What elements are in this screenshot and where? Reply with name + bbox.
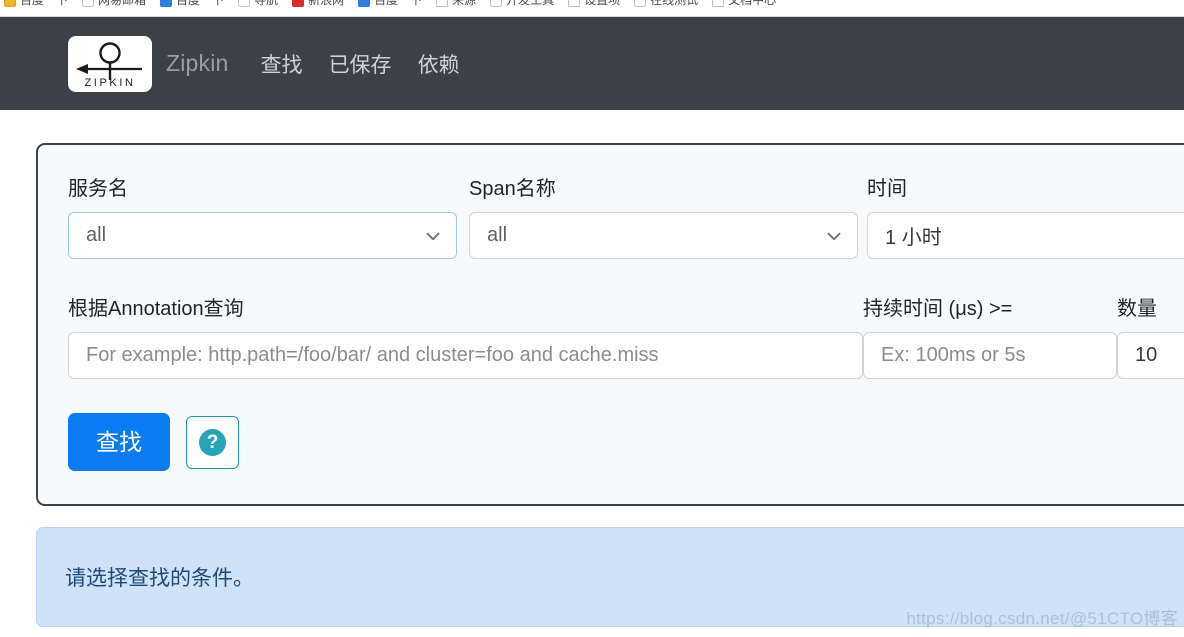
bookmark-item[interactable]: 在线测试 xyxy=(634,0,698,7)
bookmark-favicon-icon xyxy=(292,0,305,7)
nav-link-search[interactable]: 查找 xyxy=(261,49,303,79)
bookmark-label: 网易邮箱 xyxy=(98,0,147,7)
duration-field-group: 持续时间 (μs) >= Ex: 100ms or 5s xyxy=(863,297,1117,379)
bookmark-favicon-icon xyxy=(238,0,251,7)
time-range-field-group: 时间 1 小时 xyxy=(867,177,1184,259)
bookmark-item[interactable]: 导航 xyxy=(238,0,278,7)
bookmark-label: 百度一下 xyxy=(374,0,423,7)
bookmark-label: 导航 xyxy=(254,0,279,7)
service-name-select[interactable]: all xyxy=(68,212,457,259)
bookmark-favicon-icon xyxy=(490,0,503,7)
limit-label: 数量 xyxy=(1117,298,1157,320)
span-name-select[interactable]: all xyxy=(469,212,858,259)
bookmark-item[interactable]: 新浪网 xyxy=(292,0,344,7)
zipkin-logo-icon[interactable]: ZIPKIN xyxy=(68,35,152,92)
time-range-label: 时间 xyxy=(867,178,908,200)
form-actions: 查找 ? xyxy=(68,413,1184,471)
bookmark-item[interactable]: 来源 xyxy=(436,0,476,7)
nav-link-saved[interactable]: 已保存 xyxy=(329,49,392,79)
duration-label: 持续时间 (μs) >= xyxy=(863,298,1013,320)
bookmark-item[interactable]: 百度一下 xyxy=(160,0,224,7)
bookmark-label: 文档中心 xyxy=(728,0,777,7)
zipkin-logo-wordmark: ZIPKIN xyxy=(84,76,136,89)
bookmark-label: 百度一下 xyxy=(176,0,225,7)
bookmark-label: 来源 xyxy=(452,0,477,7)
search-form-row-1: 服务名 all Span名称 all 时间 1 小时 xyxy=(68,177,1184,287)
annotation-query-placeholder: For example: http.path=/foo/bar/ and clu… xyxy=(86,344,659,366)
bookmark-favicon-icon xyxy=(712,0,725,7)
search-button[interactable]: 查找 xyxy=(68,413,170,471)
bookmark-item[interactable]: 网易邮箱 xyxy=(82,0,146,7)
bookmark-item[interactable]: 文档中心 xyxy=(712,0,776,7)
time-range-value: 1 小时 xyxy=(885,227,942,249)
info-alert-message: 请选择查找的条件。 xyxy=(65,567,254,590)
bookmark-favicon-icon xyxy=(4,0,16,7)
search-form-row-2: 根据Annotation查询 For example: http.path=/f… xyxy=(68,297,1184,405)
search-criteria-card: 服务名 all Span名称 all 时间 1 小时 根据Annotation查… xyxy=(36,143,1184,506)
duration-placeholder: Ex: 100ms or 5s xyxy=(881,344,1026,366)
bookmark-favicon-icon xyxy=(634,0,647,7)
bookmark-favicon-icon xyxy=(160,0,173,7)
service-name-value: all xyxy=(86,224,107,246)
browser-bookmarks-bar: 百度一下 网易邮箱 百度一下 导航 新浪网 百度一下 来源 开发工具 设置项 在线测试 文档中心 xyxy=(0,0,1184,17)
span-name-field-group: Span名称 all xyxy=(469,177,867,259)
bookmark-item[interactable]: 百度一下 xyxy=(358,0,422,7)
bookmark-label: 开发工具 xyxy=(506,0,555,7)
nav-links: 查找 已保存 依赖 xyxy=(261,49,460,79)
bookmark-label: 在线测试 xyxy=(650,0,699,7)
bookmark-label: 百度一下 xyxy=(20,0,69,7)
limit-input[interactable]: 10 xyxy=(1117,332,1184,379)
span-name-label: Span名称 xyxy=(469,178,556,200)
bookmark-item[interactable]: 开发工具 xyxy=(490,0,554,7)
bookmark-favicon-icon xyxy=(436,0,449,7)
chevron-down-icon xyxy=(827,232,841,240)
annotation-query-input[interactable]: For example: http.path=/foo/bar/ and clu… xyxy=(68,332,863,379)
bookmark-item[interactable]: 设置项 xyxy=(568,0,620,7)
bookmark-favicon-icon xyxy=(358,0,371,7)
bookmark-label: 设置项 xyxy=(584,0,621,7)
nav-link-dependencies[interactable]: 依赖 xyxy=(418,49,460,79)
annotation-query-field-group: 根据Annotation查询 For example: http.path=/f… xyxy=(68,297,863,379)
brand-area[interactable]: ZIPKIN Zipkin xyxy=(68,35,229,92)
zipkin-search-page: 百度一下 网易邮箱 百度一下 导航 新浪网 百度一下 来源 开发工具 设置项 在线测试 文档中心 Z… xyxy=(0,0,1184,637)
chevron-down-icon xyxy=(426,232,440,240)
help-button[interactable]: ? xyxy=(186,415,239,469)
service-name-label: 服务名 xyxy=(68,178,128,200)
bookmark-favicon-icon xyxy=(82,0,95,7)
brand-title: Zipkin xyxy=(166,50,229,76)
time-range-input[interactable]: 1 小时 xyxy=(867,212,1184,259)
span-name-value: all xyxy=(487,224,508,246)
service-name-field-group: 服务名 all xyxy=(68,177,469,259)
bookmark-item[interactable]: 百度一下 xyxy=(4,0,68,7)
bookmark-label: 新浪网 xyxy=(308,0,345,7)
duration-input[interactable]: Ex: 100ms or 5s xyxy=(863,332,1117,379)
limit-field-group: 数量 10 xyxy=(1117,297,1184,379)
limit-value: 10 xyxy=(1135,344,1158,366)
bookmark-favicon-icon xyxy=(568,0,581,7)
top-navbar: ZIPKIN Zipkin 查找 已保存 依赖 xyxy=(0,17,1184,110)
question-mark-icon: ? xyxy=(199,428,226,456)
annotation-query-label: 根据Annotation查询 xyxy=(68,298,244,320)
info-alert: 请选择查找的条件。 xyxy=(36,527,1184,627)
